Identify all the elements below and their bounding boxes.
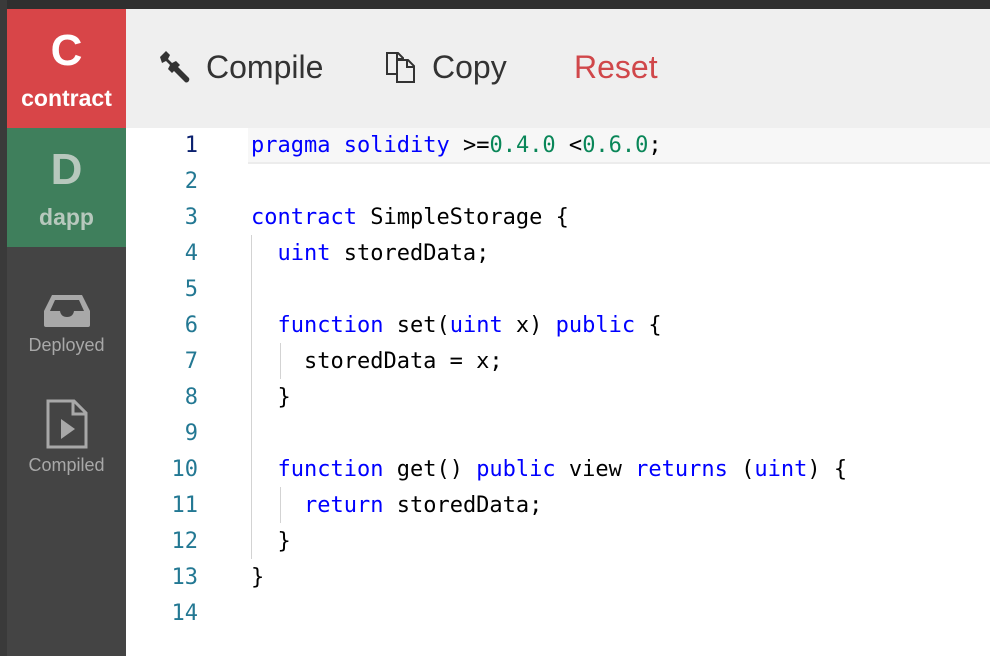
dapp-logo-label: dapp bbox=[39, 204, 94, 230]
code-keyword: public bbox=[555, 313, 636, 338]
code-text: } bbox=[251, 385, 291, 410]
sidebar-item-compiled[interactable]: Compiled bbox=[7, 399, 126, 476]
line-number: 7 bbox=[184, 349, 198, 374]
line-number: 10 bbox=[171, 457, 199, 482]
code-editor[interactable]: 1 2 3 4 5 6 7 8 9 10 11 12 13 14 pragma solidity >=0.… bbox=[126, 128, 990, 656]
code-line: } bbox=[251, 524, 291, 560]
line-number: 11 bbox=[171, 493, 199, 518]
code-text: ; bbox=[648, 133, 662, 158]
copy-icon bbox=[386, 52, 415, 83]
sidebar-item-deployed[interactable]: Deployed bbox=[7, 293, 126, 356]
code-line: return storedData; bbox=[251, 488, 542, 524]
compile-label: Compile bbox=[206, 48, 324, 85]
reset-button[interactable]: Reset bbox=[574, 47, 658, 87]
code-line: function set(uint x) public { bbox=[251, 308, 662, 344]
code-line: function get() public view returns (uint… bbox=[251, 452, 848, 488]
line-number: 13 bbox=[171, 565, 199, 590]
line-number: 14 bbox=[171, 601, 199, 626]
code-keyword: uint bbox=[754, 457, 808, 482]
code-keyword: public bbox=[476, 457, 556, 482]
code-text: storedData; bbox=[330, 241, 490, 266]
code-text: >= bbox=[449, 133, 490, 158]
code-keyword: uint bbox=[277, 241, 331, 266]
line-number: 2 bbox=[184, 169, 198, 194]
code-line: pragma solidity >=0.4.0 <0.6.0; bbox=[251, 128, 662, 164]
code-text: ) { bbox=[807, 457, 848, 482]
code-line: uint storedData; bbox=[251, 236, 490, 272]
code-keyword: contract bbox=[251, 205, 357, 230]
contract-mode-button[interactable]: C contract bbox=[7, 9, 126, 128]
code-text: get() bbox=[383, 457, 477, 482]
code-keyword: returns bbox=[635, 457, 728, 482]
sidebar-item-label: Deployed bbox=[28, 335, 105, 355]
line-number: 3 bbox=[184, 205, 198, 230]
code-text: < bbox=[555, 133, 583, 158]
sidebar-item-label: Compiled bbox=[28, 455, 105, 475]
code-keyword: function bbox=[277, 457, 384, 482]
line-number: 12 bbox=[171, 529, 199, 554]
code-keyword: pragma bbox=[251, 133, 331, 158]
line-number: 8 bbox=[184, 385, 198, 410]
reset-label: Reset bbox=[574, 48, 658, 85]
code-text: } bbox=[251, 529, 291, 554]
line-number: 6 bbox=[184, 313, 198, 338]
contract-logo-letter: C bbox=[50, 26, 83, 75]
compile-button[interactable]: Compile bbox=[156, 47, 323, 87]
code-text: storedData = x; bbox=[251, 349, 503, 374]
code-line: contract SimpleStorage { bbox=[251, 200, 569, 236]
line-number: 5 bbox=[184, 277, 198, 302]
code-number: 0.6.0 bbox=[582, 133, 649, 158]
inbox-icon bbox=[43, 295, 90, 327]
dapp-logo-letter: D bbox=[50, 145, 83, 194]
code-line: storedData = x; bbox=[251, 344, 503, 380]
wrench-icon bbox=[160, 51, 190, 83]
dapp-mode-button[interactable]: D dapp bbox=[7, 128, 126, 247]
code-text: } bbox=[251, 565, 265, 590]
file-play-icon bbox=[46, 399, 87, 449]
code-text: { bbox=[635, 313, 662, 338]
window-top-bar bbox=[0, 0, 990, 9]
code-line: } bbox=[251, 560, 264, 596]
code-line: } bbox=[251, 380, 291, 416]
code-text: SimpleStorage { bbox=[356, 205, 569, 230]
code-keyword: solidity bbox=[343, 133, 450, 158]
line-number: 4 bbox=[184, 241, 198, 266]
sidebar: C contract D dapp Deployed Compiled bbox=[7, 9, 126, 656]
code-number: 0.4.0 bbox=[489, 133, 556, 158]
toolbar: Compile Copy Reset bbox=[126, 9, 990, 128]
copy-label: Copy bbox=[432, 48, 507, 85]
code-text: storedData; bbox=[383, 493, 543, 518]
background-window-edge bbox=[0, 0, 7, 656]
line-number: 1 bbox=[184, 133, 198, 158]
code-keyword: uint bbox=[449, 313, 503, 338]
code-text: view bbox=[555, 457, 636, 482]
code-keyword: return bbox=[303, 493, 384, 518]
line-number: 9 bbox=[184, 421, 198, 446]
code-text: x) bbox=[502, 313, 556, 338]
code-keyword: function bbox=[277, 313, 384, 338]
code-text: set( bbox=[383, 313, 450, 338]
code-text: ( bbox=[727, 457, 755, 482]
copy-button[interactable]: Copy bbox=[384, 47, 507, 87]
contract-logo-label: contract bbox=[21, 85, 112, 111]
